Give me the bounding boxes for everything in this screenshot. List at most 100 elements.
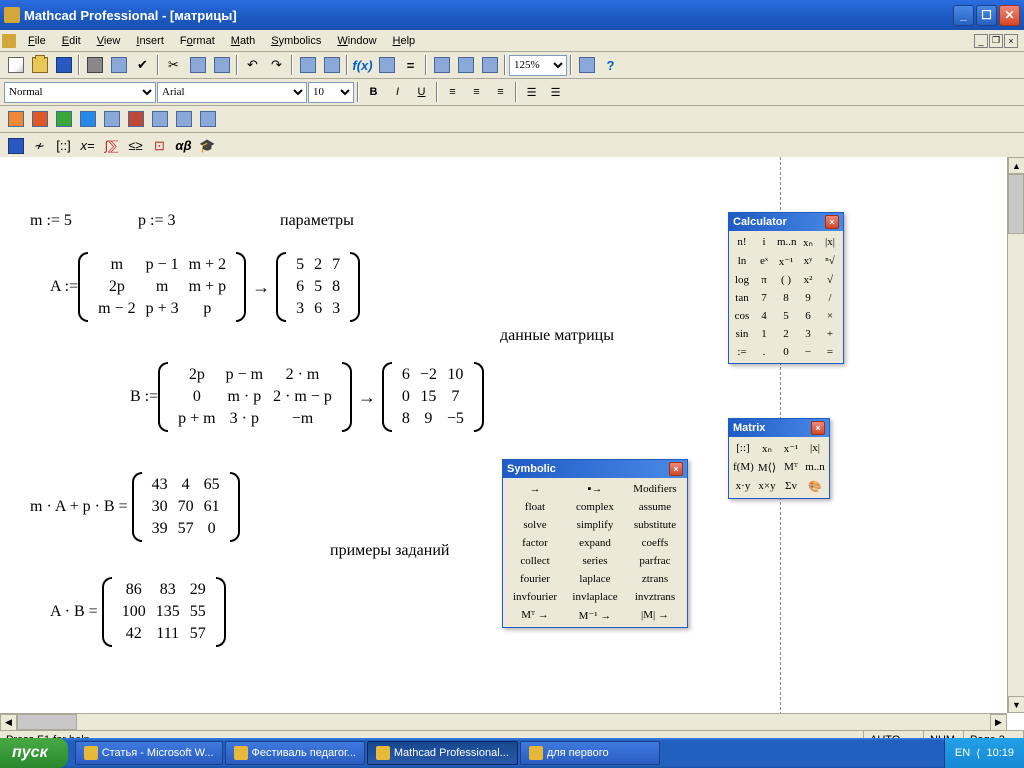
palette-cell[interactable]: 1 (753, 325, 775, 343)
mA-plus-pB[interactable]: m · A + p · B = 4346530706139570 (30, 472, 240, 542)
doc-close-button[interactable]: × (1004, 34, 1018, 48)
align-button[interactable] (296, 54, 319, 76)
scroll-right-icon[interactable]: ▶ (990, 714, 1007, 730)
palette-cell[interactable]: 5 (775, 307, 797, 325)
graph-palette-button[interactable]: ≁ (28, 135, 51, 157)
palette-cell[interactable]: m..n (775, 233, 797, 252)
palette-cell[interactable]: invfourier (505, 588, 565, 606)
palette-cell[interactable]: → (505, 480, 565, 498)
palette-cell[interactable]: + (819, 325, 841, 343)
palette-cell[interactable]: expand (565, 534, 625, 552)
zoom-select[interactable]: 125% (509, 55, 567, 76)
run-button[interactable] (478, 54, 501, 76)
palette-cell[interactable]: fourier (505, 570, 565, 588)
palette-cell[interactable]: ( ) (775, 271, 797, 289)
palette-cell[interactable]: Modifiers (625, 480, 685, 498)
palette-cell[interactable]: solve (505, 516, 565, 534)
palette-cell[interactable]: n! (731, 233, 753, 252)
palette-cell[interactable]: x·y (731, 477, 755, 496)
style-select[interactable]: Normal (4, 82, 156, 103)
palette-cell[interactable]: Mᵀ → (505, 606, 565, 625)
zoom-icon[interactable] (196, 108, 219, 130)
start-button[interactable]: пуск (0, 738, 68, 768)
scroll-thumb-h[interactable] (17, 714, 77, 730)
print-button[interactable] (83, 54, 106, 76)
programming-palette-button[interactable]: ⊡ (148, 135, 171, 157)
size-select[interactable]: 10 (308, 82, 354, 103)
calculator-palette[interactable]: Calculator× n!im..nxₙ|x|lneˣx⁻¹xʸⁿ√logπ(… (728, 212, 844, 364)
palette-cell[interactable]: 🎨 (803, 477, 827, 496)
taskbar-item-0[interactable]: Статья - Microsoft W... (75, 741, 223, 765)
menu-insert[interactable]: Insert (128, 33, 172, 49)
palette-cell[interactable]: |x| (803, 439, 827, 458)
bold-button[interactable]: B (362, 81, 385, 103)
palette-cell[interactable]: tan (731, 289, 753, 307)
redo-button[interactable]: ↷ (265, 54, 288, 76)
calculator-palette-button[interactable] (4, 135, 27, 157)
menu-file[interactable]: File (20, 33, 54, 49)
A-times-B[interactable]: A · B = 868329100135554211157 (50, 577, 226, 647)
matrix-A[interactable]: A := mp − 1m + 22pmm + pm − 2p + 3p→5276… (50, 252, 360, 322)
palette-cell[interactable]: xʸ (797, 252, 819, 271)
save-button[interactable] (52, 54, 75, 76)
clock[interactable]: 10:19 (986, 747, 1014, 759)
palette-cell[interactable]: m..n (803, 458, 827, 477)
preview-button[interactable] (107, 54, 130, 76)
doc-minimize-button[interactable]: _ (974, 34, 988, 48)
italic-button[interactable]: I (386, 81, 409, 103)
xy-plot-icon[interactable] (4, 108, 27, 130)
help-button[interactable]: ? (599, 54, 622, 76)
palette-cell[interactable]: Σv (779, 477, 803, 496)
palette-cell[interactable]: assume (625, 498, 685, 516)
symbolic-palette[interactable]: Symbolic× →▪→Modifiersfloatcomplexassume… (502, 459, 688, 628)
matrix-palette[interactable]: Matrix× [::]xₙx⁻¹|x|f(M)M⟨⟩Mᵀm..nx·yx×yΣ… (728, 418, 830, 499)
palette-cell[interactable]: |M| → (625, 606, 685, 625)
palette-cell[interactable]: cos (731, 307, 753, 325)
palette-cell[interactable]: 7 (753, 289, 775, 307)
palette-cell[interactable]: Mᵀ (779, 458, 803, 477)
eval-palette-button[interactable]: x= (76, 135, 99, 157)
menu-window[interactable]: Window (329, 33, 384, 49)
doc-restore-button[interactable]: ❐ (989, 34, 1003, 48)
units-button[interactable] (375, 54, 398, 76)
fx-button[interactable]: f(x) (351, 54, 374, 76)
polar-plot-icon[interactable] (28, 108, 51, 130)
undo-button[interactable]: ↶ (241, 54, 264, 76)
matrix-B[interactable]: B := 2pp − m2 · m0m · p2 · m − pp + m3 ·… (130, 362, 484, 432)
palette-cell[interactable]: × (819, 307, 841, 325)
palette-cell[interactable]: ln (731, 252, 753, 271)
menu-format[interactable]: Format (172, 33, 223, 49)
palette-cell[interactable]: complex (565, 498, 625, 516)
trace-icon[interactable] (172, 108, 195, 130)
copy-button[interactable] (186, 54, 209, 76)
underline-button[interactable]: U (410, 81, 433, 103)
calculus-palette-button[interactable]: ∫⅀ (100, 135, 123, 157)
vector-plot-icon[interactable] (148, 108, 171, 130)
vertical-scrollbar[interactable]: ▲▼ (1007, 157, 1024, 713)
palette-cell[interactable]: = (819, 343, 841, 361)
link-button[interactable] (430, 54, 453, 76)
m-definition[interactable]: m := 5 (30, 212, 72, 230)
palette-cell[interactable]: ztrans (625, 570, 685, 588)
maximize-button[interactable]: ☐ (976, 5, 997, 26)
palette-cell[interactable]: 8 (775, 289, 797, 307)
palette-cell[interactable]: 9 (797, 289, 819, 307)
palette-cell[interactable]: 6 (797, 307, 819, 325)
scatter-plot-icon[interactable] (124, 108, 147, 130)
palette-cell[interactable]: 0 (775, 343, 797, 361)
palette-cell[interactable]: invztrans (625, 588, 685, 606)
calc-button[interactable]: = (399, 54, 422, 76)
menu-help[interactable]: Help (385, 33, 424, 49)
contour-plot-icon[interactable] (76, 108, 99, 130)
symbolic-close-button[interactable]: × (669, 462, 683, 476)
numbers-button[interactable]: ☰ (544, 81, 567, 103)
component-button[interactable] (454, 54, 477, 76)
palette-cell[interactable]: factor (505, 534, 565, 552)
scroll-down-icon[interactable]: ▼ (1008, 696, 1024, 713)
p-definition[interactable]: p := 3 (138, 212, 175, 230)
palette-cell[interactable]: float (505, 498, 565, 516)
surface-plot-icon[interactable] (52, 108, 75, 130)
palette-cell[interactable]: |x| (819, 233, 841, 252)
palette-cell[interactable]: invlaplace (565, 588, 625, 606)
palette-cell[interactable]: xₙ (755, 439, 779, 458)
